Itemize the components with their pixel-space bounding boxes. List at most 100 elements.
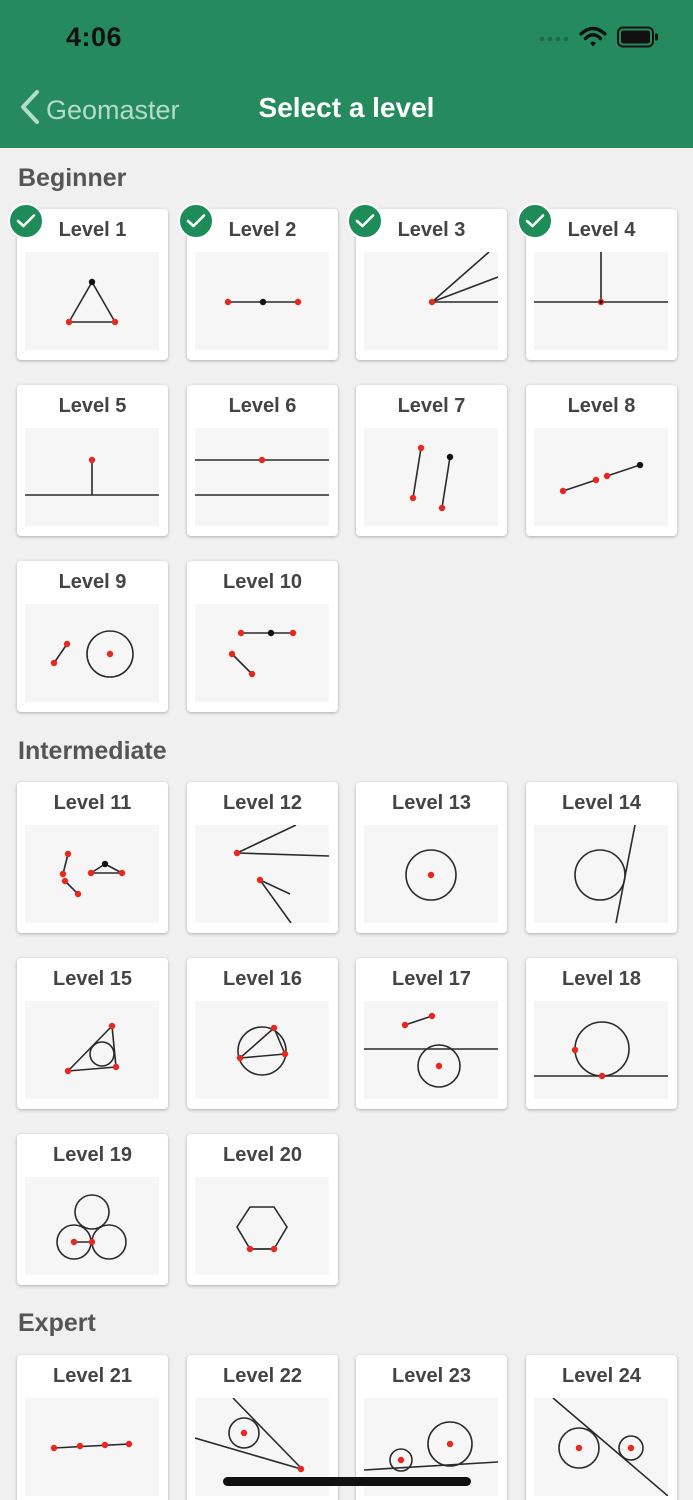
level-title: Level 5 — [58, 395, 127, 417]
level-diagram — [25, 456, 159, 496]
level-preview — [25, 825, 159, 923]
level-title: Level 15 — [53, 968, 132, 990]
level-diagram — [64, 1022, 120, 1075]
level-title: Level 14 — [562, 792, 641, 814]
level-title: Level 7 — [397, 395, 466, 417]
level-title: Level 19 — [53, 1144, 132, 1166]
level-card-19[interactable]: Level 19 — [17, 1134, 168, 1285]
home-indicator — [223, 1477, 471, 1486]
level-title: Level 12 — [223, 792, 302, 814]
level-card-10[interactable]: Level 10 — [187, 561, 338, 712]
level-preview — [25, 252, 159, 350]
signal-icon — [539, 30, 569, 48]
level-diagram — [428, 252, 498, 306]
level-card-6[interactable]: Level 6 — [187, 385, 338, 536]
level-title: Level 10 — [223, 571, 302, 593]
section-intermediate-label: Intermediate — [18, 737, 167, 765]
level-card-18[interactable]: Level 18 — [526, 958, 677, 1109]
level-title: Level 24 — [562, 1365, 641, 1387]
level-preview — [195, 252, 329, 350]
level-diagram — [236, 1024, 289, 1076]
level-card-16[interactable]: Level 16 — [187, 958, 338, 1109]
level-diagram — [559, 461, 644, 495]
level-diagram — [364, 1012, 498, 1088]
level-card-11[interactable]: Level 11 — [17, 782, 168, 933]
level-preview — [195, 604, 329, 702]
page-title: Select a level — [258, 92, 435, 123]
level-preview — [534, 1001, 668, 1099]
level-preview — [364, 825, 498, 923]
level-title: Level 13 — [392, 792, 471, 814]
level-diagram — [405, 849, 457, 901]
level-title: Level 21 — [53, 1365, 132, 1387]
level-card-14[interactable]: Level 14 — [526, 782, 677, 933]
level-title: Level 16 — [223, 968, 302, 990]
level-preview — [364, 1001, 498, 1099]
level-card-13[interactable]: Level 13 — [356, 782, 507, 933]
level-card-20[interactable]: Level 20 — [187, 1134, 338, 1285]
level-preview — [195, 1001, 329, 1099]
level-diagram — [59, 850, 126, 898]
level-diagram — [195, 456, 329, 496]
level-preview — [534, 252, 668, 350]
level-diagram — [409, 444, 454, 512]
level-title: Level 8 — [567, 395, 636, 417]
level-diagram — [574, 825, 636, 923]
section-expert-label: Expert — [18, 1309, 96, 1337]
level-card-3[interactable]: Level 3 — [347, 203, 507, 360]
level-preview — [25, 428, 159, 526]
level-diagram — [552, 1398, 668, 1496]
level-preview — [534, 825, 668, 923]
completed-check-icon — [178, 203, 214, 239]
level-preview — [195, 1177, 329, 1275]
level-title: Level 9 — [58, 571, 127, 593]
level-diagram — [534, 1021, 668, 1080]
level-card-8[interactable]: Level 8 — [526, 385, 677, 536]
level-card-21[interactable]: Level 21 — [17, 1355, 168, 1500]
top-bar: 4:06 Geomaster Select a level — [0, 0, 693, 148]
level-diagram — [224, 298, 302, 306]
level-diagram — [50, 1440, 133, 1452]
level-preview — [25, 1177, 159, 1275]
completed-check-icon — [517, 203, 553, 239]
level-title: Level 18 — [562, 968, 641, 990]
level-card-7[interactable]: Level 7 — [356, 385, 507, 536]
level-card-2[interactable]: Level 2 — [178, 203, 338, 360]
completed-check-icon — [347, 203, 383, 239]
level-preview — [364, 252, 498, 350]
level-diagram — [56, 1194, 127, 1260]
level-preview — [195, 428, 329, 526]
level-card-4[interactable]: Level 4 — [517, 203, 677, 360]
status-time: 4:06 — [66, 22, 123, 52]
level-diagram — [65, 278, 119, 326]
level-preview — [25, 604, 159, 702]
level-title: Level 23 — [392, 1365, 471, 1387]
level-card-5[interactable]: Level 5 — [17, 385, 168, 536]
level-card-12[interactable]: Level 12 — [187, 782, 338, 933]
level-preview — [195, 825, 329, 923]
level-preview — [25, 1398, 159, 1496]
section-beginner-label: Beginner — [18, 164, 127, 192]
level-diagram — [233, 825, 329, 923]
level-card-9[interactable]: Level 9 — [17, 561, 168, 712]
level-diagram — [534, 252, 668, 306]
level-card-15[interactable]: Level 15 — [17, 958, 168, 1109]
battery-icon — [617, 26, 659, 53]
level-preview — [25, 1001, 159, 1099]
level-card-24[interactable]: Level 24 — [526, 1355, 677, 1500]
level-card-1[interactable]: Level 1 — [8, 203, 168, 360]
level-diagram — [50, 630, 134, 678]
level-title: Level 22 — [223, 1365, 302, 1387]
level-diagram — [236, 1206, 288, 1253]
level-preview — [364, 428, 498, 526]
level-title: Level 11 — [53, 792, 132, 814]
level-card-17[interactable]: Level 17 — [356, 958, 507, 1109]
level-preview — [534, 428, 668, 526]
level-diagram — [228, 629, 297, 678]
completed-check-icon — [8, 203, 44, 239]
status-icons — [539, 24, 659, 54]
level-preview — [534, 1398, 668, 1496]
level-title: Level 20 — [223, 1144, 302, 1166]
wifi-icon — [579, 26, 607, 53]
level-title: Level 17 — [392, 968, 471, 990]
